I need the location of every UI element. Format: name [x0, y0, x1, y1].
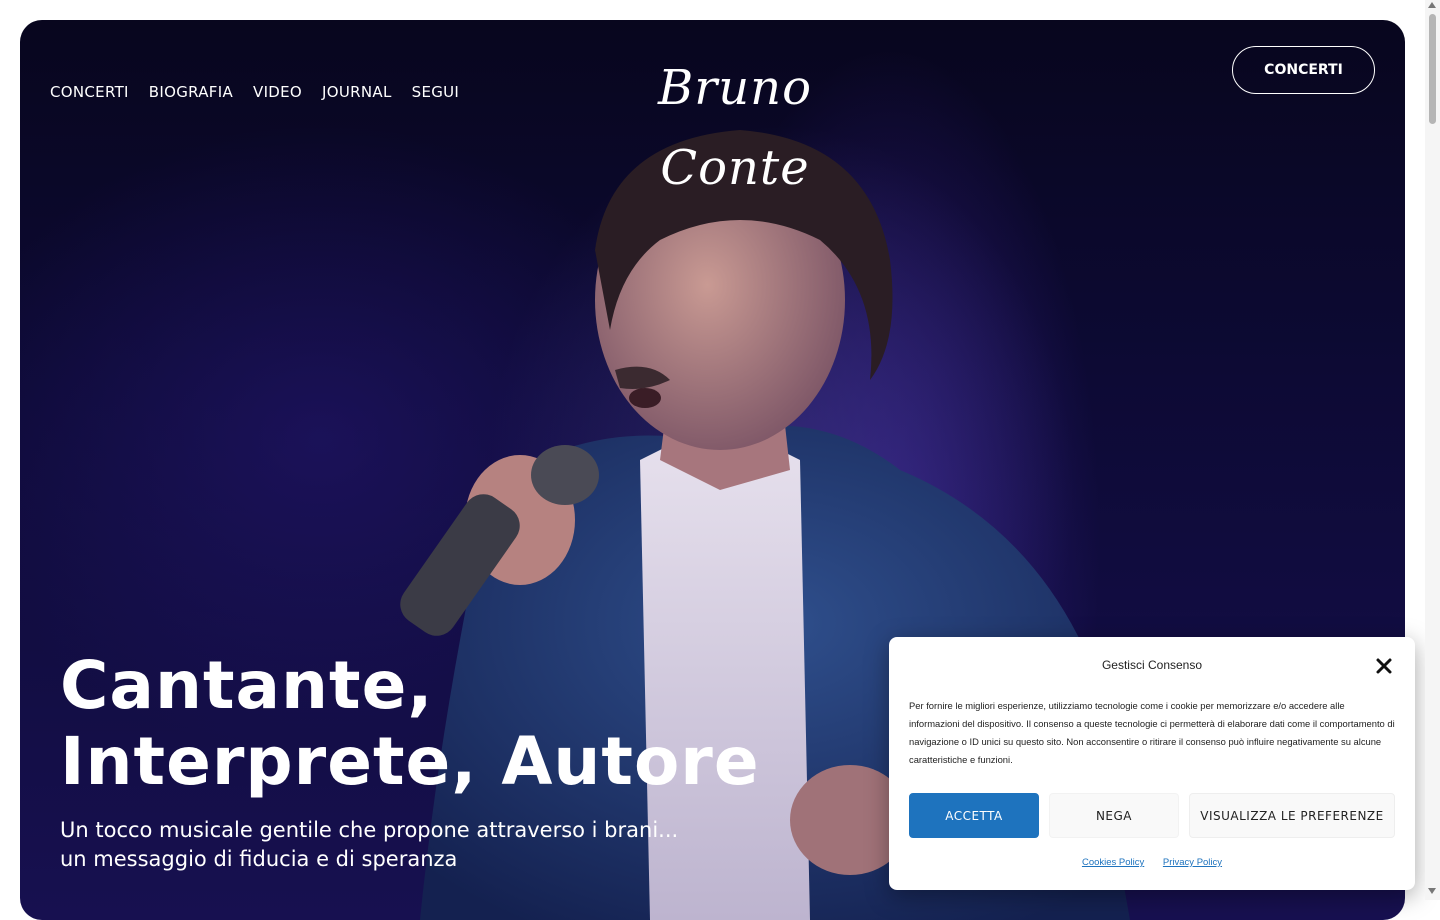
- modal-title: Gestisci Consenso: [1101, 658, 1203, 672]
- view-preferences-button[interactable]: VISUALIZZA LE PREFERENZE: [1189, 793, 1395, 838]
- main-nav: CONCERTI BIOGRAFIA VIDEO JOURNAL SEGUI: [50, 83, 459, 101]
- nav-item-journal[interactable]: JOURNAL: [322, 83, 392, 101]
- subline-line-1: Un tocco musicale gentile che propone at…: [60, 818, 679, 842]
- nav-item-segui[interactable]: SEGUI: [412, 83, 460, 101]
- headline-line-2: Interprete, Autore: [60, 723, 760, 800]
- cookies-policy-link[interactable]: Cookies Policy: [1082, 857, 1144, 868]
- page-scrollbar[interactable]: [1425, 0, 1440, 900]
- nav-item-biografia[interactable]: BIOGRAFIA: [149, 83, 233, 101]
- concerti-cta-button[interactable]: CONCERTI: [1232, 46, 1375, 94]
- scroll-up-icon[interactable]: [1428, 2, 1436, 8]
- nav-item-concerti[interactable]: CONCERTI: [50, 83, 129, 101]
- privacy-policy-link[interactable]: Privacy Policy: [1163, 857, 1222, 868]
- headline-line-1: Cantante,: [60, 647, 434, 724]
- deny-button[interactable]: NEGA: [1049, 793, 1179, 838]
- hero-subline: Un tocco musicale gentile che propone at…: [60, 816, 700, 874]
- subline-line-2: un messaggio di fiducia e di speranza: [60, 847, 458, 871]
- consent-text: Per fornire le migliori esperienze, util…: [909, 700, 1395, 765]
- cookie-consent-modal: Gestisci Consenso Per fornire le miglior…: [889, 637, 1415, 890]
- scroll-thumb[interactable]: [1429, 14, 1436, 124]
- hero-headline: Cantante, Interprete, Autore: [60, 648, 760, 800]
- policy-links: Cookies Policy Privacy Policy: [889, 857, 1415, 868]
- nav-item-video[interactable]: VIDEO: [253, 83, 302, 101]
- accept-button[interactable]: ACCETTA: [909, 793, 1039, 838]
- site-logo[interactable]: Bruno Conte: [610, 48, 860, 196]
- scroll-down-icon[interactable]: [1428, 888, 1436, 894]
- close-icon[interactable]: [1373, 655, 1395, 677]
